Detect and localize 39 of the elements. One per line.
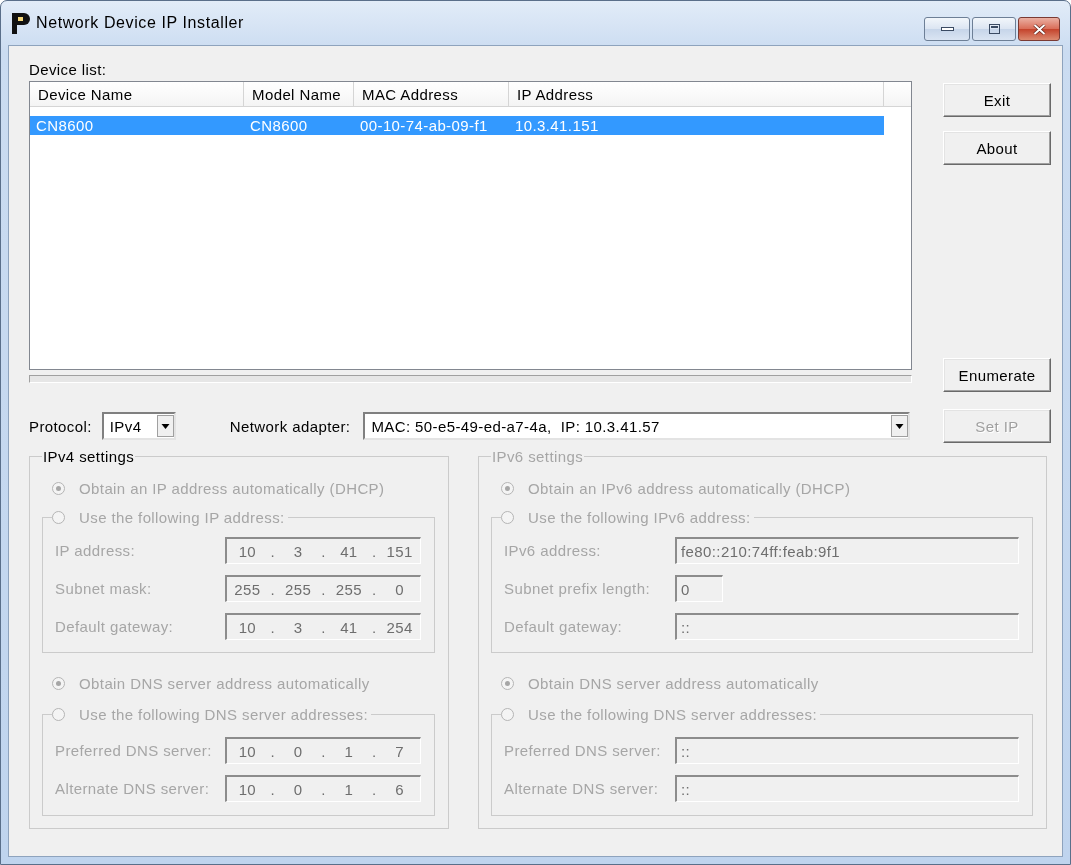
network-adapter-dropdown[interactable]: MAC: 50-e5-49-ed-a7-4a, IP: 10.3.41.57 xyxy=(363,412,910,440)
maximize-icon xyxy=(988,24,1000,34)
group-title: IPv4 settings xyxy=(42,448,136,465)
caret-down-icon xyxy=(156,415,174,437)
column-header[interactable]: Model Name xyxy=(244,82,354,107)
minimize-icon xyxy=(940,27,954,31)
exit-button[interactable]: Exit xyxy=(943,83,1051,117)
about-button[interactable]: About xyxy=(943,131,1051,165)
protocol-dropdown[interactable]: IPv4 xyxy=(101,412,176,440)
device-list-label: Device list: xyxy=(29,61,108,78)
column-header[interactable]: MAC Address xyxy=(354,82,509,107)
field-label: Subnet mask: xyxy=(55,580,153,597)
window-title: Network Device IP Installer xyxy=(36,14,244,32)
table-cell-text: 10.3.41.151 xyxy=(514,116,600,135)
field-label: IP address: xyxy=(55,542,136,559)
protocol-label: Protocol: xyxy=(29,417,92,435)
column-header[interactable]: IP Address xyxy=(509,82,884,107)
network-adapter-label: Network adapter: xyxy=(229,417,351,435)
caret-down-icon xyxy=(891,415,908,437)
field-label: Default gateway: xyxy=(504,618,624,635)
field-label: IPv6 address: xyxy=(504,542,602,559)
table-cell-text: CN8600 xyxy=(249,116,309,135)
field-label: Default gateway: xyxy=(55,618,175,635)
close-button[interactable] xyxy=(1018,17,1060,41)
enumerate-button[interactable]: Enumerate xyxy=(943,358,1051,392)
maximize-button[interactable] xyxy=(972,17,1016,41)
field-label: Preferred DNS server: xyxy=(55,742,213,759)
field-label: Alternate DNS server: xyxy=(504,780,660,797)
field-label: Alternate DNS server: xyxy=(55,780,211,797)
app-logo-icon xyxy=(12,12,30,34)
field-label: Subnet prefix length: xyxy=(504,580,651,597)
device-row[interactable]: CN8600 CN8600 00-10-74-ab-09-f1 10.3.41.151 xyxy=(30,116,884,135)
field-label: Preferred DNS server: xyxy=(504,742,662,759)
table-cell-text: CN8600 xyxy=(35,116,95,135)
table-cell-text: 00-10-74-ab-09-f1 xyxy=(359,116,489,135)
minimize-button[interactable] xyxy=(924,17,970,41)
group-title: IPv6 settings xyxy=(491,448,585,465)
column-header[interactable]: Device Name xyxy=(30,82,244,107)
close-icon xyxy=(1032,23,1046,35)
